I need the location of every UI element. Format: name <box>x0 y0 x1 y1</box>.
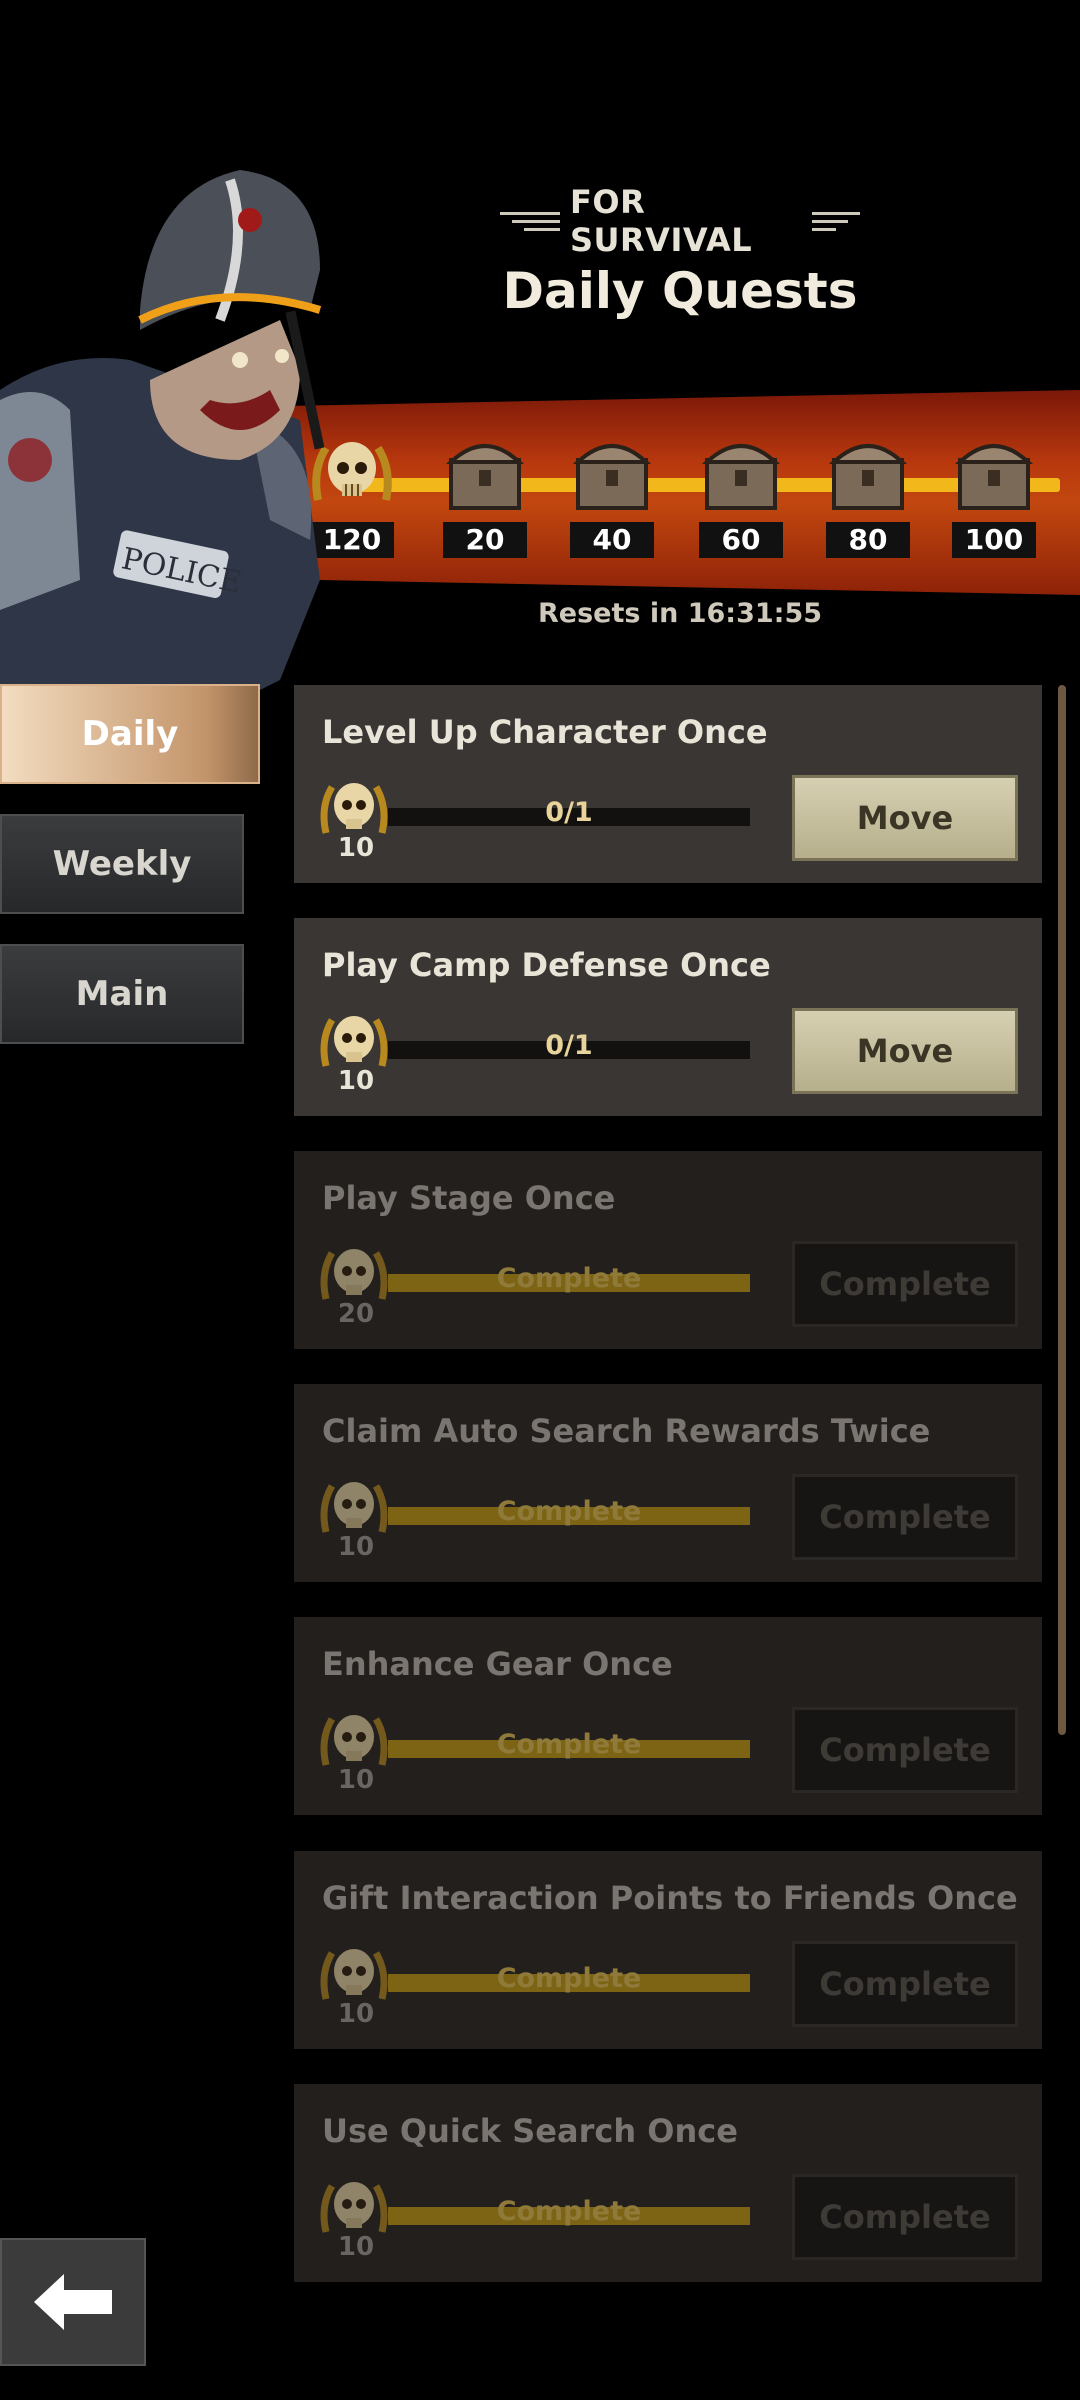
quest-title: Play Stage Once <box>322 1179 616 1217</box>
milestone-chest[interactable]: 100 <box>948 430 1040 558</box>
reward-amount: 10 <box>337 2232 375 2262</box>
progress-text: Complete <box>496 2196 642 2227</box>
back-button[interactable] <box>0 2238 146 2366</box>
chest-icon <box>954 444 1034 510</box>
tab-daily[interactable]: Daily <box>0 684 260 784</box>
reward-amount: 10 <box>337 833 375 863</box>
reset-timer: Resets in 16:31:55 <box>537 598 823 629</box>
quest-card: Level Up Character Once 10 0/1 Move <box>294 685 1042 883</box>
tab-main[interactable]: Main <box>0 944 244 1044</box>
quest-title: Enhance Gear Once <box>322 1645 673 1683</box>
quest-list-scrollbar[interactable] <box>1058 685 1066 1735</box>
milestone-chest[interactable]: 60 <box>695 430 787 558</box>
progress-text: Complete <box>496 1963 642 1994</box>
quest-title: Play Camp Defense Once <box>322 946 771 984</box>
milestone-label: 60 <box>699 522 783 558</box>
move-button[interactable]: Move <box>792 775 1018 861</box>
milestone-label: 20 <box>443 522 527 558</box>
reward-amount: 10 <box>337 1066 375 1096</box>
quest-title: Claim Auto Search Rewards Twice <box>322 1412 931 1450</box>
milestone-label: 80 <box>826 522 910 558</box>
arrow-left-icon <box>34 2274 112 2330</box>
zombie-police-character: POLICE <box>0 170 325 720</box>
reward-amount: 10 <box>337 1999 375 2029</box>
complete-button[interactable]: Complete <box>792 1474 1018 1560</box>
reward-amount: 10 <box>337 1765 375 1795</box>
complete-button[interactable]: Complete <box>792 1241 1018 1327</box>
milestone-chest[interactable]: 20 <box>439 430 531 558</box>
chest-icon <box>445 444 525 510</box>
chest-icon <box>572 444 652 510</box>
reward-amount: 20 <box>337 1299 375 1329</box>
complete-button[interactable]: Complete <box>792 1707 1018 1793</box>
quest-card: Gift Interaction Points to Friends Once … <box>294 1851 1042 2049</box>
header-eyebrow: FOR SURVIVAL <box>500 183 860 259</box>
page-title: Daily Quests <box>502 262 858 320</box>
quest-title: Level Up Character Once <box>322 713 768 751</box>
reward-amount: 10 <box>337 1532 375 1562</box>
progress-text: 0/1 <box>545 797 593 828</box>
eyebrow-lines-icon <box>812 211 860 231</box>
quest-list[interactable]: Level Up Character Once 10 0/1 Move Play… <box>294 685 1042 2285</box>
quest-card: Claim Auto Search Rewards Twice 10 Compl… <box>294 1384 1042 1582</box>
complete-button[interactable]: Complete <box>792 2174 1018 2260</box>
quest-card: Enhance Gear Once 10 Complete Complete <box>294 1617 1042 1815</box>
progress-text: Complete <box>496 1729 642 1760</box>
milestone-label: 40 <box>570 522 654 558</box>
move-button[interactable]: Move <box>792 1008 1018 1094</box>
progress-text: Complete <box>496 1496 642 1527</box>
chest-icon <box>828 444 908 510</box>
milestone-chest[interactable]: 40 <box>566 430 658 558</box>
quest-card: Play Camp Defense Once 10 0/1 Move <box>294 918 1042 1116</box>
progress-text: Complete <box>496 1263 642 1294</box>
complete-button[interactable]: Complete <box>792 1941 1018 2027</box>
eyebrow-text: FOR SURVIVAL <box>570 183 753 259</box>
chest-icon <box>701 444 781 510</box>
eyebrow-lines-icon <box>500 211 560 231</box>
quest-title: Use Quick Search Once <box>322 2112 738 2150</box>
milestone-label: 100 <box>952 522 1036 558</box>
milestone-chest[interactable]: 80 <box>822 430 914 558</box>
quest-title: Gift Interaction Points to Friends Once <box>322 1879 1018 1917</box>
quest-card: Use Quick Search Once 10 Complete Comple… <box>294 2084 1042 2282</box>
tab-weekly[interactable]: Weekly <box>0 814 244 914</box>
progress-text: 0/1 <box>545 1030 593 1061</box>
quest-card: Play Stage Once 20 Complete Complete <box>294 1151 1042 1349</box>
